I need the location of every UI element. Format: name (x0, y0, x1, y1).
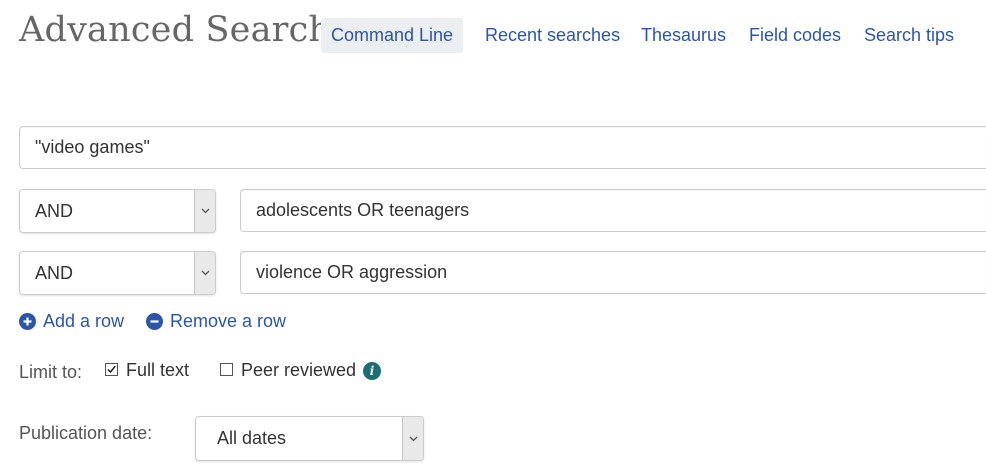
search-term-input-3[interactable]: violence OR aggression (240, 251, 986, 294)
remove-row-label: Remove a row (170, 310, 287, 331)
search-tips-link[interactable]: Search tips (864, 18, 954, 53)
publication-date-value: All dates (217, 428, 287, 448)
search-term-input-1[interactable]: "video games" (19, 126, 986, 169)
publication-date-select[interactable]: All dates (195, 416, 424, 461)
full-text-option[interactable]: Full text (105, 360, 189, 381)
chevron-down-icon (194, 252, 215, 294)
boolean-operator-select-2[interactable]: AND (19, 189, 216, 233)
search-term-value: adolescents OR teenagers (256, 200, 470, 220)
full-text-label: Full text (126, 360, 190, 380)
minus-circle-icon (146, 312, 163, 330)
recent-searches-link[interactable]: Recent searches (485, 18, 620, 53)
chevron-down-icon (194, 190, 215, 232)
publication-date-label: Publication date: (19, 423, 153, 443)
remove-row-button[interactable]: Remove a row (146, 309, 286, 333)
search-term-value: violence OR aggression (256, 262, 448, 282)
add-row-button[interactable]: Add a row (19, 309, 124, 333)
add-row-label: Add a row (43, 310, 125, 331)
operator-value: AND (35, 201, 74, 221)
peer-reviewed-option[interactable]: Peer reviewed i (220, 360, 382, 381)
chevron-down-icon (402, 417, 423, 460)
command-line-link[interactable]: Command Line (321, 18, 464, 53)
full-text-checkbox[interactable] (105, 363, 118, 376)
peer-reviewed-label: Peer reviewed (241, 360, 357, 380)
search-term-input-2[interactable]: adolescents OR teenagers (240, 189, 986, 232)
search-term-value: "video games" (35, 137, 150, 157)
thesaurus-link[interactable]: Thesaurus (641, 18, 726, 53)
info-icon[interactable]: i (363, 361, 382, 380)
field-codes-link[interactable]: Field codes (749, 18, 841, 53)
limit-to-label: Limit to: (19, 362, 83, 382)
boolean-operator-select-3[interactable]: AND (19, 251, 216, 295)
plus-circle-icon (19, 312, 36, 330)
peer-reviewed-checkbox[interactable] (220, 363, 233, 376)
operator-value: AND (35, 263, 74, 283)
page-title: Advanced Search (19, 10, 332, 50)
